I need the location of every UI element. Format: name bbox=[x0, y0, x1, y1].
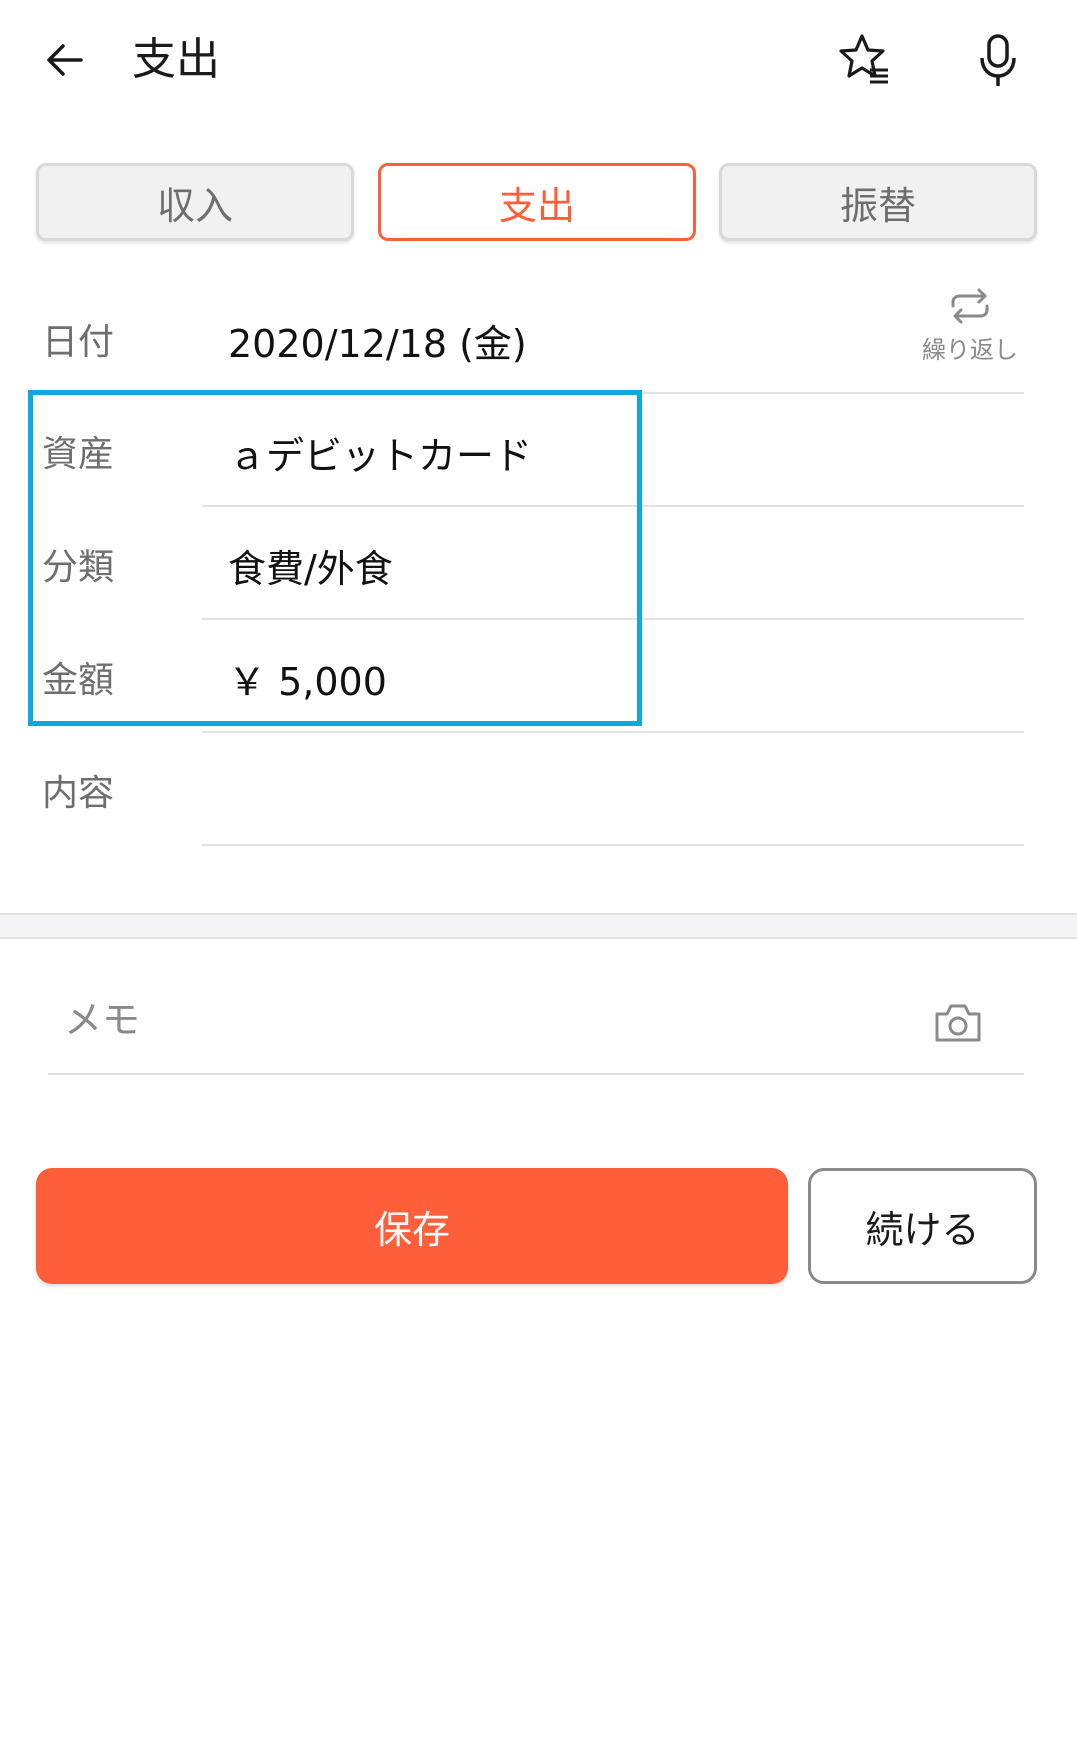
continue-button[interactable]: 続ける bbox=[808, 1168, 1037, 1284]
tab-transfer-label: 振替 bbox=[839, 183, 916, 228]
date-value[interactable]: 2020/12/18 (金) bbox=[228, 318, 527, 370]
voice-input-button[interactable] bbox=[960, 22, 1036, 98]
memo-input[interactable]: メモ bbox=[64, 994, 140, 1046]
section-separator bbox=[0, 913, 1077, 939]
repeat-button[interactable]: 繰り返し bbox=[910, 286, 1030, 378]
continue-button-label: 続ける bbox=[865, 1207, 980, 1252]
tab-transfer[interactable]: 振替 bbox=[719, 163, 1037, 241]
divider bbox=[48, 1073, 1024, 1075]
repeat-label: 繰り返し bbox=[922, 336, 1018, 364]
divider bbox=[202, 731, 1024, 733]
divider bbox=[202, 844, 1024, 846]
content-label: 内容 bbox=[42, 773, 115, 814]
back-button[interactable] bbox=[30, 22, 100, 98]
arrow-left-icon bbox=[47, 44, 83, 76]
microphone-icon bbox=[980, 34, 1016, 86]
page-title: 支出 bbox=[132, 34, 220, 85]
save-button[interactable]: 保存 bbox=[36, 1168, 788, 1284]
camera-button[interactable] bbox=[926, 990, 990, 1054]
date-label: 日付 bbox=[42, 322, 115, 363]
highlight-box bbox=[28, 390, 642, 726]
camera-icon bbox=[935, 1004, 981, 1042]
star-list-icon bbox=[839, 34, 888, 84]
tab-income[interactable]: 収入 bbox=[36, 163, 354, 241]
save-button-label: 保存 bbox=[373, 1207, 450, 1252]
favorites-button[interactable] bbox=[826, 22, 902, 98]
tab-expense[interactable]: 支出 bbox=[378, 163, 696, 241]
tab-expense-label: 支出 bbox=[498, 183, 575, 228]
repeat-icon bbox=[951, 288, 989, 324]
tab-income-label: 収入 bbox=[156, 183, 233, 228]
content-input[interactable] bbox=[228, 769, 1008, 821]
